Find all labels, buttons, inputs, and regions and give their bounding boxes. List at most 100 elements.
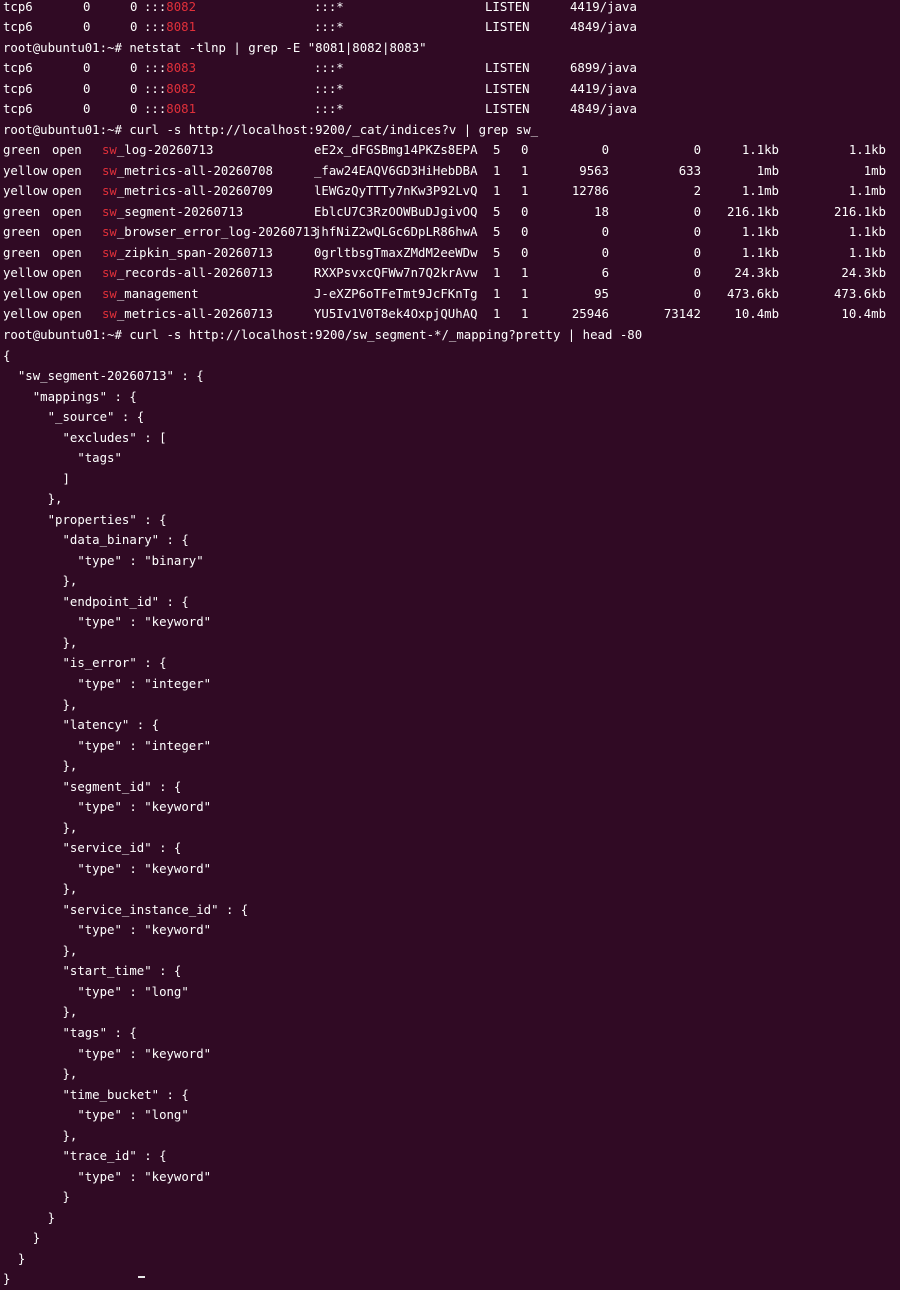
json-output-line: "service_id" : { [3, 841, 182, 856]
index-docs-count: 18 [594, 204, 609, 219]
netstat-recv-q: 0 [83, 61, 91, 76]
json-output-line: } [3, 1251, 26, 1266]
netstat-proto: tcp6 [3, 0, 33, 14]
index-store-size: 1mb [756, 163, 779, 178]
netstat-state: LISTEN [485, 81, 530, 96]
json-output-line: }, [3, 820, 78, 835]
address-prefix: ::: [144, 20, 167, 35]
index-store-size: 24.3kb [734, 266, 779, 281]
index-uuid: EblcU7C3RzOOWBuDJgivOQ [314, 204, 478, 219]
index-pri: 1 [493, 266, 501, 281]
netstat-send-q: 0 [130, 102, 138, 117]
json-output-line: { [3, 348, 11, 363]
index-rep: 1 [521, 307, 529, 322]
index-name: sw_zipkin_span-20260713 [102, 243, 273, 264]
command-line-cat-indices: root@ubuntu01:~# curl -s http://localhos… [3, 120, 538, 141]
command-text: curl -s http://localhost:9200/sw_segment… [129, 327, 643, 342]
index-name: sw_metrics-all-20260708 [102, 161, 273, 182]
index-docs-deleted: 0 [693, 266, 701, 281]
index-status: open [52, 245, 82, 260]
netstat-recv-q: 0 [83, 102, 91, 117]
index-name: sw_segment-20260713 [102, 202, 243, 223]
index-pri-store-size: 1.1kb [848, 245, 886, 260]
netstat-send-q: 0 [130, 0, 138, 14]
index-docs-deleted: 0 [693, 143, 701, 158]
json-output-line: "type" : "keyword" [3, 1169, 212, 1184]
index-health: green [3, 143, 41, 158]
netstat-state: LISTEN [485, 20, 530, 35]
shell-prompt: root@ubuntu01:~# [3, 327, 130, 342]
index-health: yellow [3, 163, 48, 178]
netstat-proto: tcp6 [3, 20, 33, 35]
json-output-line: }, [3, 882, 78, 897]
index-pri-store-size: 216.1kb [833, 204, 886, 219]
netstat-pid-program: 4849/java [570, 20, 637, 35]
json-output-line: "type" : "keyword" [3, 615, 212, 630]
index-docs-deleted: 73142 [663, 307, 701, 322]
index-status: open [52, 184, 82, 199]
json-output-line: "trace_id" : { [3, 1149, 167, 1164]
json-output-line: "type" : "binary" [3, 553, 204, 568]
index-docs-count: 0 [601, 245, 609, 260]
address-prefix: ::: [144, 81, 167, 96]
index-name-rest: _metrics-all-20260713 [116, 307, 273, 322]
json-output-line: "latency" : { [3, 718, 160, 733]
json-output-line: } [3, 1231, 41, 1246]
index-health: yellow [3, 307, 48, 322]
netstat-state: LISTEN [485, 102, 530, 117]
index-pri: 1 [493, 163, 501, 178]
netstat-proto: tcp6 [3, 102, 33, 117]
index-name: sw_records-all-20260713 [102, 263, 273, 284]
netstat-local-address: :::8082 [144, 0, 196, 17]
terminal-window[interactable]: tcp6 0 0:::8082:::* LISTEN 4419/java tcp6 0 0::… [0, 0, 900, 1286]
netstat-pid-program: 4419/java [570, 0, 637, 14]
index-name: sw_log-20260713 [102, 140, 214, 161]
json-output-line: "type" : "keyword" [3, 1046, 212, 1061]
port-highlight: 8083 [166, 61, 197, 76]
index-uuid: _faw24EAQV6GD3HiHebDBA [314, 163, 478, 178]
index-prefix-highlight: sw [102, 307, 117, 322]
index-docs-count: 6 [601, 266, 609, 281]
index-docs-count: 95 [594, 286, 609, 301]
netstat-foreign-address: :::* [314, 0, 344, 14]
json-output-line: }, [3, 1005, 78, 1020]
command-text: curl -s http://localhost:9200/_cat/indic… [129, 122, 539, 137]
index-pri-store-size: 24.3kb [841, 266, 886, 281]
index-name: sw_metrics-all-20260713 [102, 304, 273, 325]
netstat-recv-q: 0 [83, 20, 91, 35]
index-name: sw_management [102, 284, 199, 305]
index-name: sw_metrics-all-20260709 [102, 181, 273, 202]
index-pri: 5 [493, 204, 501, 219]
index-pri: 5 [493, 143, 501, 158]
json-output-line: "segment_id" : { [3, 779, 182, 794]
json-output-line: ] [3, 471, 70, 486]
index-health: green [3, 204, 41, 219]
index-prefix-highlight: sw [102, 184, 117, 199]
index-status: open [52, 225, 82, 240]
json-output-line: "type" : "keyword" [3, 861, 212, 876]
index-pri-store-size: 1mb [863, 163, 886, 178]
json-output-line: "type" : "integer" [3, 676, 212, 691]
text-cursor [138, 1276, 145, 1278]
index-health: yellow [3, 184, 48, 199]
command-line-netstat: root@ubuntu01:~# netstat -tlnp | grep -E… [3, 38, 427, 59]
index-docs-count: 25946 [571, 307, 609, 322]
json-output-line: }, [3, 574, 78, 589]
netstat-send-q: 0 [130, 81, 138, 96]
index-status: open [52, 163, 82, 178]
index-name-rest: _browser_error_log-20260713 [116, 225, 318, 240]
index-health: green [3, 245, 41, 260]
index-rep: 1 [521, 286, 529, 301]
netstat-pid-program: 4419/java [570, 81, 637, 96]
index-rep: 0 [521, 245, 529, 260]
index-status: open [52, 143, 82, 158]
index-prefix-highlight: sw [102, 163, 117, 178]
index-name-rest: _log-20260713 [116, 143, 214, 158]
index-prefix-highlight: sw [102, 204, 117, 219]
index-docs-count: 0 [601, 225, 609, 240]
index-pri-store-size: 1.1kb [848, 225, 886, 240]
port-highlight: 8081 [166, 20, 197, 35]
json-output-line: }, [3, 1067, 78, 1082]
index-pri-store-size: 473.6kb [833, 286, 886, 301]
index-store-size: 1.1mb [741, 184, 779, 199]
